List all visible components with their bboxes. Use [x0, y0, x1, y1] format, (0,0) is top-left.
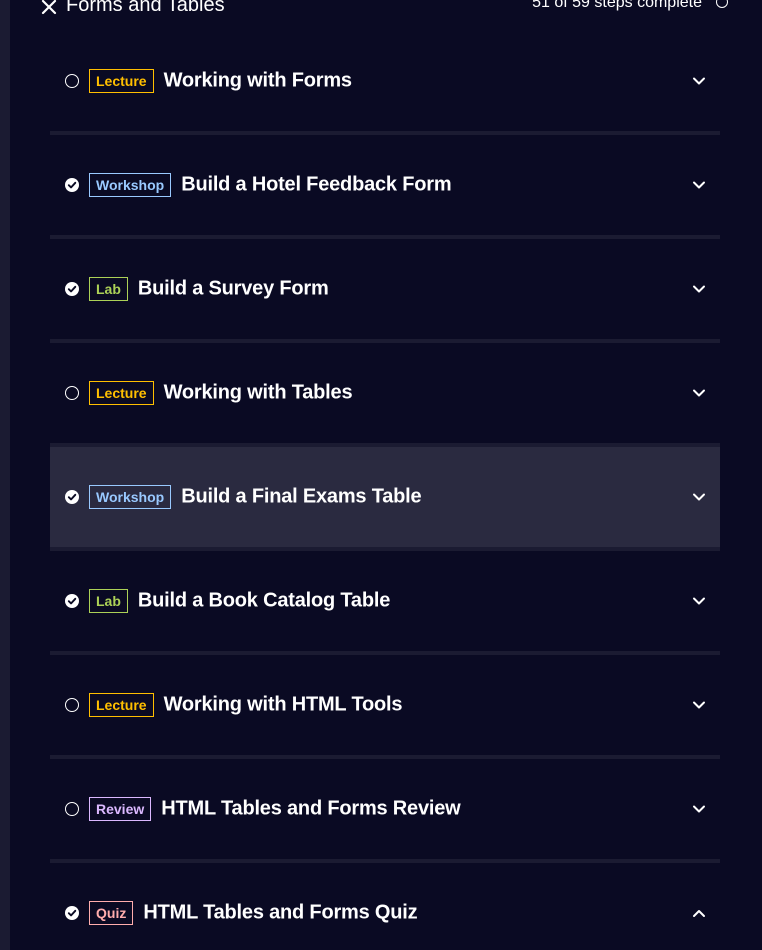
- check-circle-icon: [65, 282, 79, 296]
- step-list: Lecture Working with Forms Workshop Buil…: [50, 31, 720, 950]
- step-type-badge: Lab: [89, 589, 128, 613]
- step-title: Build a Hotel Feedback Form: [181, 173, 452, 196]
- chevron-down-icon[interactable]: [692, 594, 706, 608]
- step-row[interactable]: Workshop Build a Final Exams Table: [50, 447, 720, 551]
- step-type-badge: Workshop: [89, 485, 172, 509]
- step-row[interactable]: Lecture Working with HTML Tools: [50, 655, 720, 759]
- check-circle-icon: [65, 594, 79, 608]
- empty-circle-icon: [65, 698, 79, 712]
- empty-circle-icon: [65, 802, 79, 816]
- step-type-badge: Quiz: [89, 901, 134, 925]
- chevron-up-icon[interactable]: [692, 906, 706, 920]
- step-row[interactable]: Quiz HTML Tables and Forms Quiz: [50, 863, 720, 950]
- chevron-down-icon[interactable]: [692, 490, 706, 504]
- chevron-down-icon[interactable]: [692, 282, 706, 296]
- step-title: Working with HTML Tools: [163, 693, 403, 716]
- step-row[interactable]: Lecture Working with Tables: [50, 343, 720, 447]
- progress-circle-icon: [716, 0, 728, 8]
- step-title: Build a Final Exams Table: [181, 485, 422, 508]
- chevron-down-icon[interactable]: [692, 178, 706, 192]
- check-circle-icon: [65, 178, 79, 192]
- section-title: Forms and Tables: [66, 0, 225, 16]
- step-row[interactable]: Lecture Working with Forms: [50, 31, 720, 135]
- progress-text: 51 of 59 steps complete: [532, 0, 702, 11]
- empty-circle-icon: [65, 386, 79, 400]
- step-title: Build a Survey Form: [137, 277, 329, 300]
- step-row[interactable]: Lab Build a Survey Form: [50, 239, 720, 343]
- step-row[interactable]: Review HTML Tables and Forms Review: [50, 759, 720, 863]
- step-row[interactable]: Workshop Build a Hotel Feedback Form: [50, 135, 720, 239]
- step-type-badge: Lab: [89, 277, 128, 301]
- chevron-down-icon[interactable]: [692, 74, 706, 88]
- step-row[interactable]: Lab Build a Book Catalog Table: [50, 551, 720, 655]
- step-title: Build a Book Catalog Table: [137, 589, 391, 612]
- step-title: HTML Tables and Forms Review: [161, 797, 461, 820]
- chevron-down-icon[interactable]: [692, 698, 706, 712]
- step-type-badge: Workshop: [89, 173, 172, 197]
- empty-circle-icon: [65, 74, 79, 88]
- close-icon[interactable]: [40, 0, 58, 16]
- step-type-badge: Lecture: [89, 693, 154, 717]
- step-title: Working with Forms: [163, 69, 352, 92]
- step-type-badge: Lecture: [89, 381, 154, 405]
- step-type-badge: Lecture: [89, 69, 154, 93]
- step-title: Working with Tables: [163, 381, 353, 404]
- chevron-down-icon[interactable]: [692, 386, 706, 400]
- section-header[interactable]: Forms and Tables 51 of 59 steps complete: [40, 0, 730, 20]
- check-circle-icon: [65, 490, 79, 504]
- step-type-badge: Review: [89, 797, 152, 821]
- chevron-down-icon[interactable]: [692, 802, 706, 816]
- check-circle-icon: [65, 906, 79, 920]
- page: Forms and Tables 51 of 59 steps complete…: [0, 0, 762, 950]
- step-title: HTML Tables and Forms Quiz: [143, 901, 418, 924]
